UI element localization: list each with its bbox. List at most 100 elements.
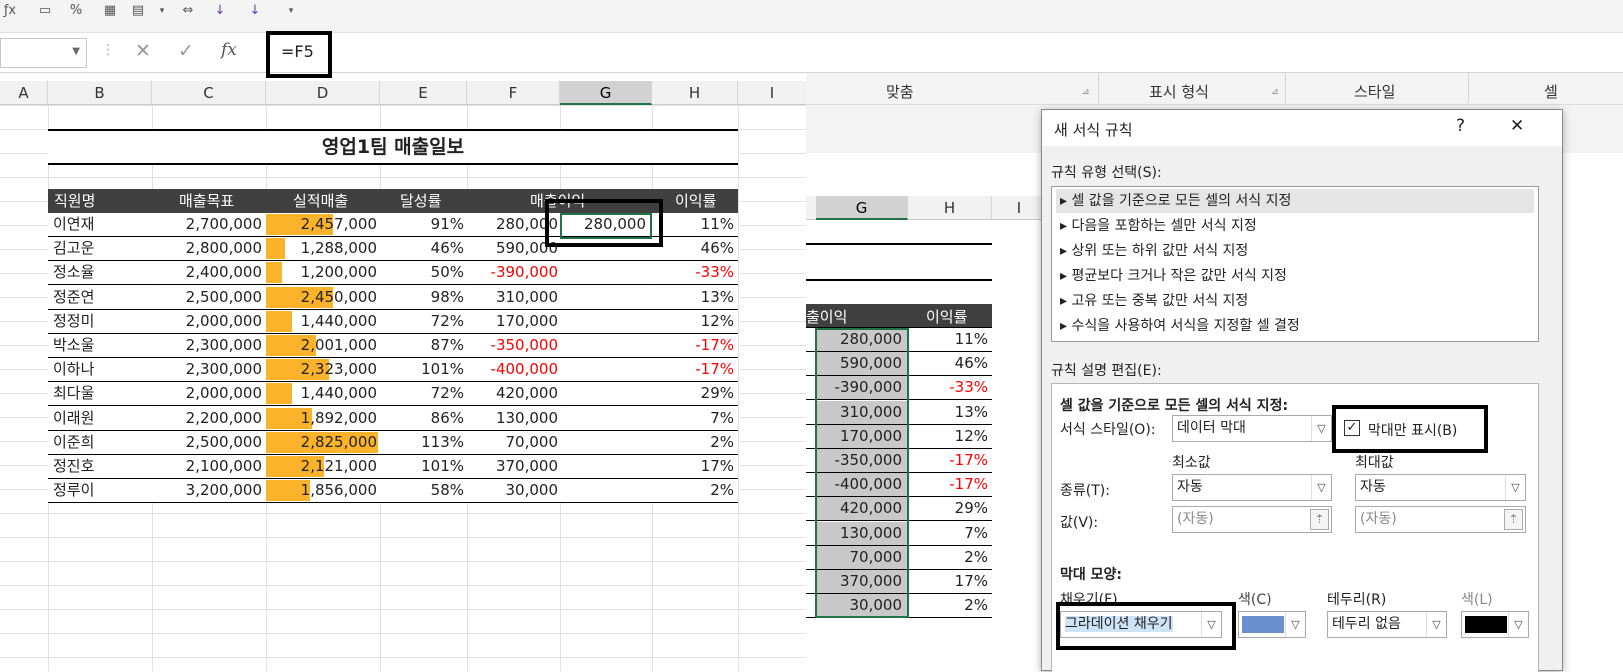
cell-actual[interactable]: 2,457,000 — [301, 213, 377, 236]
rule-type-item[interactable]: ▸ 상위 또는 하위 값만 서식 지정 — [1056, 239, 1534, 263]
cell-name[interactable]: 이연재 — [53, 213, 94, 236]
cell-profit[interactable]: 70,000 — [506, 431, 559, 454]
cell-margin[interactable]: 17% — [701, 455, 734, 478]
cell-profit[interactable]: 310,000 — [496, 286, 558, 309]
column-header-f[interactable]: F — [467, 81, 560, 105]
cell-actual[interactable]: 1,892,000 — [301, 407, 377, 430]
cell-actual[interactable]: 1,856,000 — [301, 479, 377, 502]
fill-color-picker[interactable]: ▽ — [1238, 611, 1306, 638]
table-row[interactable]: 최다울 2,000,000 1,440,000 72% 420,000 29% — [48, 382, 738, 407]
right-column-header-i[interactable]: I — [992, 196, 1046, 220]
table-icon[interactable]: ▦ — [100, 2, 120, 20]
cell-margin[interactable]: 2% — [710, 479, 734, 502]
border-type-select[interactable]: 테두리 없음 ▽ — [1327, 611, 1447, 638]
cell-profit[interactable]: -350,000 — [491, 334, 558, 357]
cell-rate[interactable]: 101% — [421, 455, 464, 478]
decimal-icon[interactable]: ▭ — [35, 2, 55, 20]
insert-function-icon[interactable]: fx — [221, 40, 237, 60]
cell-actual[interactable]: 2,001,000 — [301, 334, 377, 357]
table-row[interactable]: 정소율 2,400,000 1,200,000 50% -390,000 -33% — [48, 261, 738, 286]
cell-name[interactable]: 이준희 — [53, 431, 94, 454]
cell-profit[interactable]: 30,000 — [506, 479, 559, 502]
range-select-icon[interactable]: ⇡ — [1310, 509, 1329, 530]
chevron-down-icon[interactable]: ▾ — [152, 2, 172, 20]
table-row[interactable]: 이준희 2,500,000 2,825,000 113% 70,000 2% — [48, 430, 738, 455]
dialog-launcher-icon[interactable]: ⊿ — [1271, 87, 1279, 97]
function-icon[interactable]: ƒx — [0, 2, 20, 20]
cell-target[interactable]: 2,000,000 — [186, 382, 262, 405]
cell-margin[interactable]: -17% — [695, 334, 734, 357]
cell-target[interactable]: 2,000,000 — [186, 310, 262, 333]
table-row[interactable]: 정진호 2,100,000 2,121,000 101% 370,000 17% — [48, 455, 738, 479]
cell-rate[interactable]: 87% — [431, 334, 464, 357]
column-header-g[interactable]: G — [560, 81, 652, 105]
type-min-select[interactable]: 자동 ▽ — [1172, 474, 1332, 501]
rule-type-item[interactable]: ▸ 셀 값을 기준으로 모든 셀의 서식 지정 — [1056, 189, 1534, 213]
right-cell-h[interactable]: -17% — [908, 449, 992, 472]
right-cell-h[interactable]: 11% — [908, 328, 992, 351]
right-column-header-g[interactable]: G — [816, 196, 908, 220]
cell-actual[interactable]: 2,323,000 — [301, 358, 377, 381]
cell-target[interactable]: 3,200,000 — [186, 479, 262, 502]
right-cell-h[interactable]: -17% — [908, 473, 992, 496]
cell-margin[interactable]: 29% — [701, 382, 734, 405]
right-cell-h[interactable]: 2% — [908, 594, 992, 617]
value-max-input[interactable]: (자동) ⇡ — [1355, 506, 1526, 533]
cell-actual[interactable]: 1,440,000 — [301, 382, 377, 405]
rule-type-item[interactable]: ▸ 다음을 포함하는 셀만 서식 지정 — [1056, 214, 1534, 238]
cancel-icon[interactable]: ✕ — [135, 40, 151, 62]
cell-rate[interactable]: 91% — [431, 213, 464, 236]
cell-actual[interactable]: 1,200,000 — [301, 261, 377, 284]
cell-actual[interactable]: 2,450,000 — [301, 286, 377, 309]
table-row[interactable]: 정준연 2,500,000 2,450,000 98% 310,000 13% — [48, 285, 738, 310]
rule-type-item[interactable]: ▸ 평균보다 크거나 작은 값만 서식 지정 — [1056, 264, 1534, 288]
cell-actual[interactable]: 1,440,000 — [301, 310, 377, 333]
customize-toolbar-icon[interactable]: ▾ — [281, 2, 301, 20]
rule-type-item[interactable]: ▸ 고유 또는 중복 값만 서식 지정 — [1056, 289, 1534, 313]
chevron-down-icon[interactable]: ▽ — [1426, 612, 1446, 637]
right-cell-h[interactable]: 29% — [908, 497, 992, 520]
cell-margin[interactable]: 11% — [701, 213, 734, 236]
cell-name[interactable]: 정정미 — [53, 310, 94, 333]
chevron-down-icon[interactable]: ▽ — [1505, 475, 1525, 500]
cell-target[interactable]: 2,700,000 — [186, 213, 262, 236]
cell-actual[interactable]: 1,288,000 — [301, 237, 377, 260]
sort-descending-icon[interactable]: ↓ — [245, 2, 265, 20]
right-cell-h[interactable]: 13% — [908, 401, 992, 424]
cell-profit[interactable]: 420,000 — [496, 382, 558, 405]
table-row[interactable]: 정정미 2,000,000 1,440,000 72% 170,000 12% — [48, 309, 738, 334]
cell-margin[interactable]: -17% — [695, 358, 734, 381]
cell-name[interactable]: 최다울 — [53, 382, 94, 405]
type-max-select[interactable]: 자동 ▽ — [1355, 474, 1526, 501]
column-header-e[interactable]: E — [380, 81, 467, 105]
column-header-d[interactable]: D — [266, 81, 380, 105]
format-style-select[interactable]: 데이터 막대 ▽ — [1172, 415, 1332, 442]
sheet-title[interactable]: 영업1팀 매출일보 — [48, 129, 738, 165]
cell-rate[interactable]: 86% — [431, 407, 464, 430]
right-cell-h[interactable]: 12% — [908, 425, 992, 448]
right-cell-h[interactable]: 17% — [908, 570, 992, 593]
table-row[interactable]: 이하나 2,300,000 2,323,000 101% -400,000 -17% — [48, 358, 738, 383]
cell-profit[interactable]: 370,000 — [496, 455, 558, 478]
percent-icon[interactable]: % — [66, 2, 86, 20]
help-button[interactable]: ? — [1456, 116, 1465, 136]
column-header-c[interactable]: C — [152, 81, 266, 105]
cell-rate[interactable]: 58% — [431, 479, 464, 502]
cell-target[interactable]: 2,200,000 — [186, 407, 262, 430]
name-box[interactable]: ▼ — [0, 38, 87, 68]
cell-margin[interactable]: 7% — [710, 407, 734, 430]
cell-name[interactable]: 정소율 — [53, 261, 94, 284]
cell-name[interactable]: 이래원 — [53, 407, 94, 430]
cell-rate[interactable]: 113% — [421, 431, 464, 454]
cell-profit[interactable]: 130,000 — [496, 407, 558, 430]
cell-rate[interactable]: 72% — [431, 310, 464, 333]
chevron-down-icon[interactable]: ▼ — [72, 46, 80, 57]
table-row[interactable]: 정루이 3,200,000 1,856,000 58% 30,000 2% — [48, 479, 738, 504]
range-select-icon[interactable]: ⇡ — [1504, 509, 1523, 530]
cell-target[interactable]: 2,500,000 — [186, 286, 262, 309]
chevron-down-icon[interactable]: ▽ — [1508, 612, 1528, 637]
cell-rate[interactable]: 101% — [421, 358, 464, 381]
cell-profit[interactable]: 170,000 — [496, 310, 558, 333]
worksheet-grid[interactable]: 영업1팀 매출일보 직원명 매출목표 실적매출 달성률 매출이익 이익률 이연재… — [0, 105, 806, 671]
chevron-down-icon[interactable]: ▽ — [1311, 475, 1331, 500]
